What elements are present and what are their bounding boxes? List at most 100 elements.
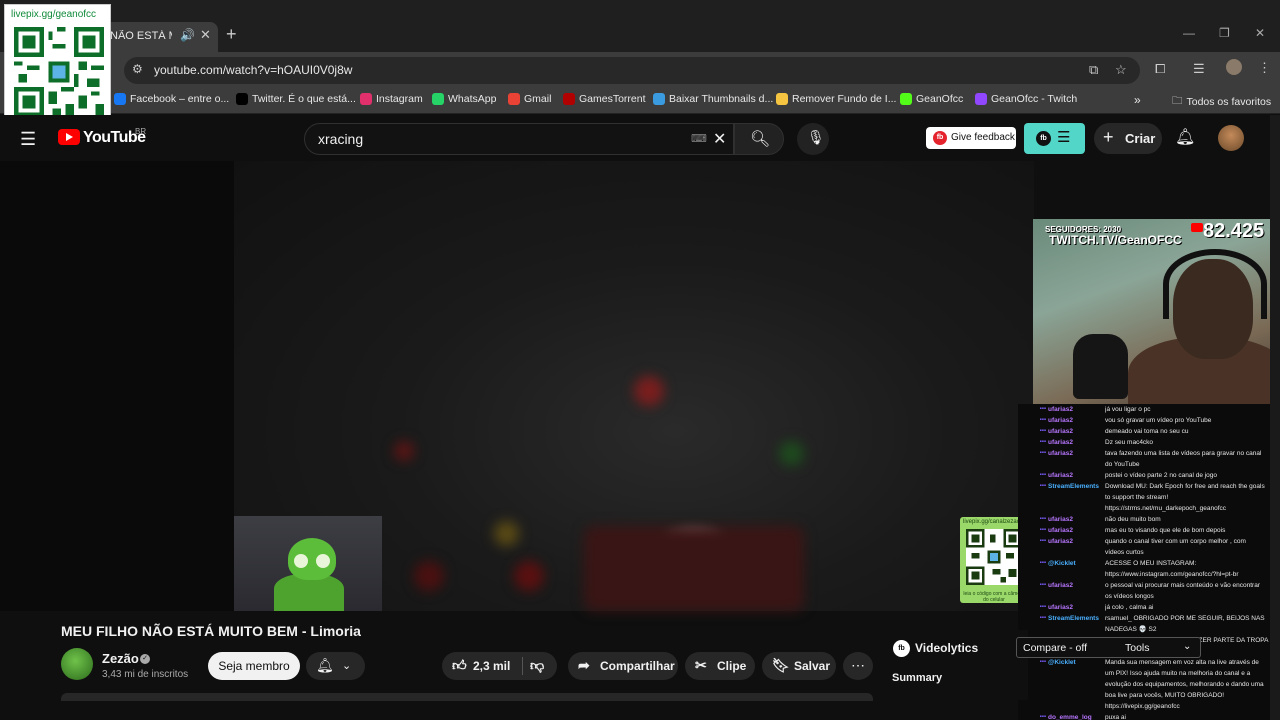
media-control-icon[interactable]: ☰: [1193, 61, 1205, 77]
bookmark-item[interactable]: Remover Fundo de I...: [776, 93, 896, 105]
site-info-icon[interactable]: ⚙: [132, 62, 143, 76]
channel-avatar[interactable]: [61, 648, 93, 680]
search-value[interactable]: xracing: [318, 131, 363, 147]
join-membership-button[interactable]: Seja membro: [208, 652, 300, 680]
like-count[interactable]: 2,3 mil: [473, 659, 510, 673]
summary-heading[interactable]: Summary: [892, 672, 942, 684]
create-button[interactable]: + Criar: [1094, 123, 1162, 154]
description-box[interactable]: [61, 693, 873, 701]
videolytics-logo-icon: fb: [933, 131, 947, 145]
chat-badge-icon: [1018, 591, 1048, 602]
voice-search-button[interactable]: 🎙︎: [797, 123, 829, 155]
chat-message: ▪▪▪ @Kicklet Manda sua mensagem em voz alt…: [1018, 657, 1280, 668]
like-icon[interactable]: 👍︎: [452, 657, 467, 674]
profile-avatar[interactable]: [1226, 59, 1242, 75]
chat-username: [1048, 503, 1105, 514]
chat-badge-icon: ▪▪▪: [1039, 417, 1046, 423]
kick-icon: [900, 93, 912, 105]
compare-toggle[interactable]: Compare - off Tools ⌄: [1016, 637, 1201, 658]
chat-badge-icon: [1018, 569, 1048, 580]
bookmark-item[interactable]: GeanOfcc - Twitch: [975, 93, 1077, 105]
keyboard-icon[interactable]: ⌨: [691, 132, 707, 145]
streamer-webcam-overlay: SEGUIDORES: 2030 TWITCH.TV/GeanOFCC 82.4…: [1033, 219, 1280, 405]
more-actions-button[interactable]: ⋯: [843, 652, 873, 680]
save-button[interactable]: 🔖︎ Salvar: [762, 652, 836, 680]
chevron-down-icon[interactable]: ⌄: [1183, 641, 1191, 652]
chat-badge-icon: ▪▪▪: [1039, 483, 1046, 489]
tools-label[interactable]: Tools: [1125, 642, 1150, 654]
chat-badge-icon: ▪▪▪: [1039, 527, 1046, 533]
chat-message: evolução dos equipamentos, melhorando e …: [1018, 679, 1280, 690]
menu-icon[interactable]: ⋮: [1258, 60, 1271, 76]
chat-text: Download MU: Dark Epoch for free and rea…: [1105, 483, 1265, 490]
close-icon[interactable]: ✕: [200, 27, 211, 43]
close-window-button[interactable]: ✕: [1255, 26, 1265, 40]
gamestorrent-icon: [563, 93, 575, 105]
share-button[interactable]: ➦ Compartilhar: [568, 652, 678, 680]
speaker-icon[interactable]: 🔊: [180, 28, 195, 42]
new-tab-button[interactable]: +: [226, 24, 237, 45]
chat-message: ▪▪▪ ufarias2 tava fazendo uma lista de víd…: [1018, 448, 1280, 459]
bookmark-item[interactable]: GamesTorrent: [563, 93, 646, 105]
page-scrollbar[interactable]: [1270, 115, 1280, 720]
chat-text: demeado vai toma no seu cu: [1105, 428, 1189, 435]
search-input[interactable]: xracing ⌨ ✕: [304, 123, 734, 155]
dislike-icon[interactable]: 👎︎: [530, 657, 544, 674]
chat-text: Manda sua mensagem em voz alta na live a…: [1105, 659, 1259, 666]
bookmark-item[interactable]: Facebook – entre o...: [114, 93, 229, 105]
twitch-url: TWITCH.TV/GeanOFCC: [1049, 233, 1182, 247]
install-app-icon[interactable]: ⧉: [1089, 62, 1098, 78]
subscription-bell-button[interactable]: 🔔︎ ⌄: [306, 652, 365, 680]
qr-small-footer: leia o código com a câmera do celular: [963, 591, 1025, 603]
chat-badge-icon: ▪▪▪: [1039, 439, 1046, 445]
video-player[interactable]: livepix.gg/canalzezao leia o código com …: [0, 161, 1034, 611]
bookmark-item[interactable]: GeanOfcc: [900, 93, 963, 105]
chat-badge-icon: ▪▪▪: [1039, 582, 1046, 588]
bookmark-item[interactable]: Instagram: [360, 93, 423, 105]
all-favorites-folder[interactable]: 🗀 Todos os favoritos: [1172, 93, 1271, 111]
notifications-bell-icon[interactable]: 🔔︎: [1175, 127, 1195, 147]
chat-username: ufarias2: [1048, 428, 1073, 435]
bookmark-item[interactable]: WhatsApp: [432, 93, 496, 105]
bookmark-star-icon[interactable]: ☆: [1115, 62, 1127, 78]
bookmark-item[interactable]: Twitter. É o que está...: [236, 93, 356, 105]
extensions-icon[interactable]: ⧠: [1155, 61, 1165, 77]
bookmark-item[interactable]: Gmail: [508, 93, 551, 105]
browser-tab-active[interactable]: NÃO ESTÁ MUI 🔊 ✕: [100, 22, 218, 52]
chat-message: ▪▪▪ StreamElements rsamuel_ OBRIGADO POR M…: [1018, 613, 1280, 624]
clip-button[interactable]: ✂ Clipe: [685, 652, 755, 680]
chat-text: já vou ligar o pc: [1105, 406, 1151, 413]
chat-text: evolução dos equipamentos, melhorando e …: [1105, 681, 1264, 688]
address-bar[interactable]: ⚙ youtube.com/watch?v=hOAUI0V0j8w ⧉ ☆: [124, 57, 1140, 84]
chat-text: já colo , calma ai: [1105, 604, 1154, 611]
chat-badge-icon: ▪▪▪: [1039, 406, 1046, 412]
videolytics-menu-button[interactable]: fb ☰: [1024, 123, 1085, 154]
chat-text: vídeos curtos: [1105, 549, 1144, 556]
divider: [522, 657, 523, 675]
browser-toolbar: ⚙ youtube.com/watch?v=hOAUI0V0j8w ⧉ ☆ ⧠ …: [0, 52, 1280, 88]
minimize-button[interactable]: —: [1183, 26, 1195, 40]
account-avatar[interactable]: [1218, 125, 1244, 151]
chat-message: ▪▪▪ StreamElements Download MU: Dark Epoch…: [1018, 481, 1280, 492]
frog-eye: [294, 554, 308, 568]
bookmark-item[interactable]: Baixar Thumbnails d...: [653, 93, 773, 105]
chat-message: ▪▪▪ ufarias2 demeado vai toma no seu cu: [1018, 426, 1280, 437]
give-feedback-button[interactable]: fb Give feedback: [926, 127, 1016, 149]
chat-text: não deu muito bom: [1105, 516, 1161, 523]
more-bookmarks-icon[interactable]: »: [1134, 93, 1141, 107]
channel-name[interactable]: Zezão: [102, 651, 139, 666]
clear-search-icon[interactable]: ✕: [713, 129, 726, 149]
url-text[interactable]: youtube.com/watch?v=hOAUI0V0j8w: [154, 63, 352, 77]
restore-button[interactable]: ❐: [1219, 26, 1230, 40]
chat-username: ufarias2: [1048, 406, 1073, 413]
hamburger-menu-icon[interactable]: ☰: [20, 129, 36, 150]
whatsapp-icon: [432, 93, 444, 105]
share-icon: ➦: [578, 657, 590, 673]
search-button[interactable]: 🔍︎: [734, 123, 784, 155]
chat-message: do YouTube: [1018, 459, 1280, 470]
compare-label[interactable]: Compare - off: [1023, 642, 1087, 654]
chat-badge-icon: ▪▪▪: [1039, 538, 1046, 544]
video-title: MEU FILHO NÃO ESTÁ MUITO BEM - Limoria: [61, 623, 361, 639]
twitch-icon: [975, 93, 987, 105]
youtube-logo-icon[interactable]: [58, 129, 80, 145]
